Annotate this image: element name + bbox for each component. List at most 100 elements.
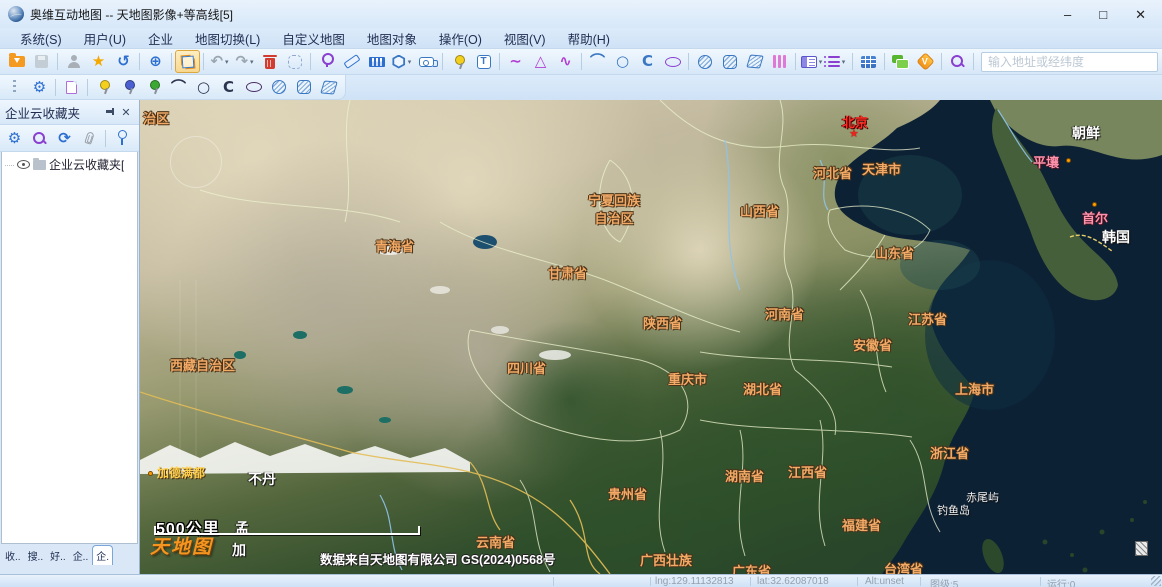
- chat-icon: [892, 55, 909, 69]
- menu-item-1[interactable]: 用户(U): [74, 28, 136, 49]
- map-label: 四川省: [507, 360, 546, 378]
- placemark-icon[interactable]: [314, 50, 339, 73]
- sidebar-close-icon[interactable]: ✕: [118, 104, 134, 120]
- lasso-select-icon[interactable]: [282, 50, 307, 73]
- measure-distance-icon[interactable]: [339, 50, 364, 73]
- chat-icon[interactable]: [888, 50, 913, 73]
- delete-icon[interactable]: [257, 50, 282, 73]
- settings-gear-icon[interactable]: ⚙: [27, 76, 52, 99]
- filled-polygon-icon[interactable]: [742, 50, 767, 73]
- curve-icon: ∿: [559, 54, 572, 69]
- autohide-pin-icon[interactable]: [102, 104, 118, 120]
- pushpin-blue-icon[interactable]: [116, 76, 141, 99]
- filled-circle2-icon[interactable]: [266, 76, 291, 99]
- menu-item-7[interactable]: 视图(V): [494, 28, 556, 49]
- pushpin-icon[interactable]: [446, 50, 471, 73]
- open-folder-icon[interactable]: [4, 50, 29, 73]
- sidebar-refresh-icon[interactable]: ⟳: [52, 127, 77, 150]
- menu-item-5[interactable]: 地图对象: [357, 28, 427, 49]
- new-file-icon[interactable]: [59, 76, 84, 99]
- visibility-eye-icon[interactable]: [17, 160, 30, 169]
- polyline-icon[interactable]: ∼: [503, 50, 528, 73]
- status-separator: [1040, 577, 1041, 586]
- undo-button[interactable]: ↶▾: [207, 50, 232, 73]
- map-label: 浙江省: [930, 445, 969, 463]
- filled-circle-icon[interactable]: [692, 50, 717, 73]
- maximize-button[interactable]: □: [1099, 8, 1107, 21]
- sidebar-list-icon[interactable]: [134, 127, 139, 150]
- toolbar-separator: [499, 53, 500, 70]
- dropdown-arrow-icon[interactable]: ▾: [408, 58, 412, 66]
- open-arc-icon[interactable]: C: [635, 50, 660, 73]
- sidebar-search-icon[interactable]: [27, 127, 52, 150]
- panel-view-icon[interactable]: ▾: [799, 50, 824, 73]
- menu-item-6[interactable]: 操作(O): [429, 28, 492, 49]
- status-separator: [750, 577, 751, 586]
- data-table-icon[interactable]: [856, 50, 881, 73]
- sidebar-tab-1[interactable]: 搜..: [25, 546, 47, 565]
- sidebar-attach-icon[interactable]: [77, 127, 102, 150]
- ellipse-icon[interactable]: [660, 50, 685, 73]
- map-label: 平壤: [1033, 154, 1059, 172]
- minimize-button[interactable]: –: [1064, 8, 1071, 21]
- address-search-input[interactable]: [981, 52, 1158, 72]
- filled-polygon2-icon[interactable]: [316, 76, 341, 99]
- sidebar-tab-3[interactable]: 企..: [70, 546, 92, 565]
- open-arc-dark-icon[interactable]: C: [216, 76, 241, 99]
- status-item-4: 运行:0: [1047, 576, 1075, 587]
- dropdown-arrow-icon[interactable]: ▾: [842, 58, 846, 66]
- arc-dark-icon[interactable]: ⌒: [166, 76, 191, 99]
- menu-item-4[interactable]: 自定义地图: [272, 28, 355, 49]
- search-icon[interactable]: [945, 50, 970, 73]
- measure-area-icon[interactable]: [364, 50, 389, 73]
- text-tool-icon[interactable]: T: [471, 50, 496, 73]
- pushpin-yellow-icon[interactable]: [91, 76, 116, 99]
- label-tool-icon[interactable]: [414, 50, 439, 73]
- label-tool-icon: [419, 57, 434, 67]
- dropdown-arrow-icon[interactable]: ▾: [225, 58, 229, 66]
- tree-item[interactable]: ····· 企业云收藏夹[: [2, 152, 137, 175]
- placemark-icon: [320, 53, 333, 70]
- sidebar-locate-icon[interactable]: [109, 127, 134, 150]
- sidebar-tab-4[interactable]: 企.: [92, 545, 113, 565]
- dropdown-arrow-icon[interactable]: ▾: [250, 58, 254, 66]
- track-route-icon: ↺: [117, 54, 130, 69]
- save-icon[interactable]: [29, 50, 54, 73]
- menu-item-8[interactable]: 帮助(H): [558, 28, 620, 49]
- triangle-icon[interactable]: △: [528, 50, 553, 73]
- arc-icon[interactable]: ⌒: [585, 50, 610, 73]
- dropdown-arrow-icon[interactable]: ▾: [819, 58, 823, 66]
- ellipse-dark-icon[interactable]: [241, 76, 266, 99]
- filled-rect2-icon[interactable]: [291, 76, 316, 99]
- curve-icon[interactable]: ∿: [553, 50, 578, 73]
- capital-star-marker: ★: [849, 127, 859, 140]
- pushpin-yellow-icon: [98, 79, 110, 95]
- redo-button: ↷: [235, 54, 248, 69]
- pushpin-green-icon[interactable]: [141, 76, 166, 99]
- globe-icon[interactable]: ⊕: [143, 50, 168, 73]
- resize-grip[interactable]: [1151, 576, 1161, 586]
- circle-dark-icon[interactable]: ○: [191, 76, 216, 99]
- sidebar-tab-2[interactable]: 好..: [47, 546, 69, 565]
- close-button[interactable]: ✕: [1135, 8, 1146, 21]
- map-canvas[interactable]: 治区北京朝鲜平壤河北省天津市宁夏回族 自治区山西省首尔韩国青海省山东省甘肃省河南…: [140, 100, 1162, 574]
- redo-button[interactable]: ↷▾: [232, 50, 257, 73]
- favorite-star-icon[interactable]: ★: [86, 50, 111, 73]
- map-label: 湖北省: [743, 381, 782, 399]
- select-region-icon[interactable]: [175, 50, 200, 73]
- user-icon[interactable]: [61, 50, 86, 73]
- menu-item-0[interactable]: 系统(S): [10, 28, 72, 49]
- sidebar-tab-0[interactable]: 收..: [2, 546, 24, 565]
- vip-icon[interactable]: V: [913, 50, 938, 73]
- corridor-icon[interactable]: [767, 50, 792, 73]
- sidebar-settings-icon[interactable]: ⚙: [2, 127, 27, 150]
- toolbar-separator: [310, 53, 311, 70]
- badge-tool-icon[interactable]: ▾: [389, 50, 414, 73]
- track-route-icon[interactable]: ↺: [111, 50, 136, 73]
- circle-icon[interactable]: ○: [610, 50, 635, 73]
- object-list-icon[interactable]: ▾: [824, 50, 849, 73]
- drag-grip[interactable]: [2, 76, 27, 99]
- filled-rect-icon[interactable]: [717, 50, 742, 73]
- menu-item-3[interactable]: 地图切换(L): [185, 28, 270, 49]
- menu-item-2[interactable]: 企业: [138, 28, 183, 49]
